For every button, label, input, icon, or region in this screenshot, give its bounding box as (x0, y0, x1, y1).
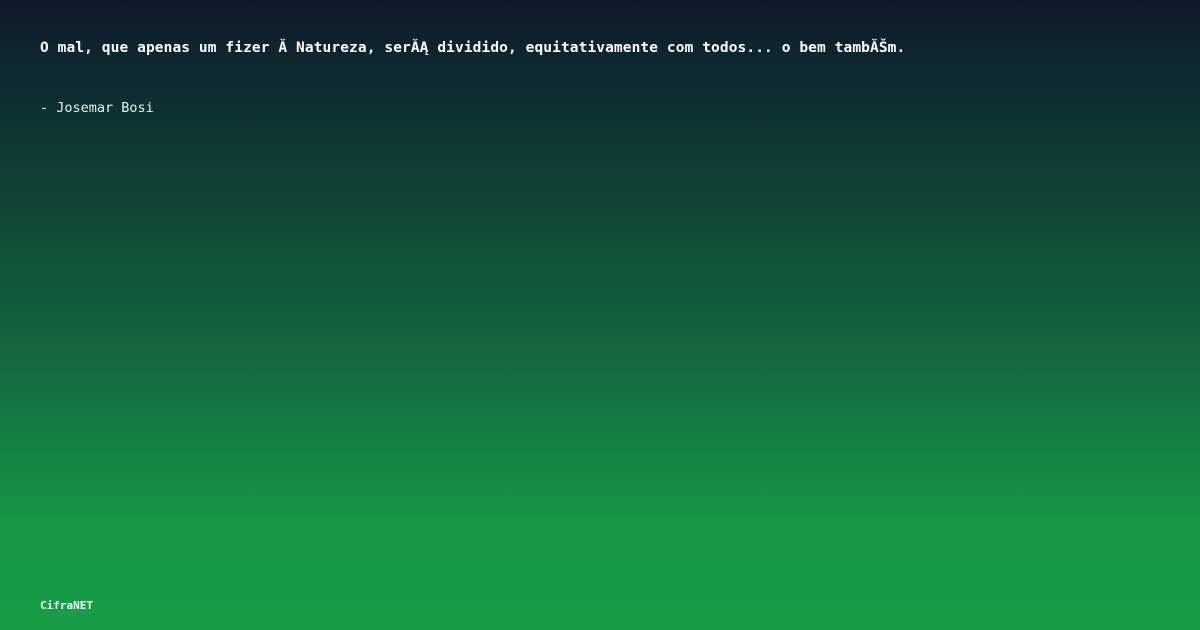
quote-text: O mal, que apenas um fizer Ă Natureza, s… (40, 40, 906, 56)
quote-card: O mal, que apenas um fizer Ă Natureza, s… (0, 0, 1200, 630)
quote-author: - Josemar Bosi (40, 100, 154, 116)
brand-name: CifraNET (40, 599, 93, 612)
